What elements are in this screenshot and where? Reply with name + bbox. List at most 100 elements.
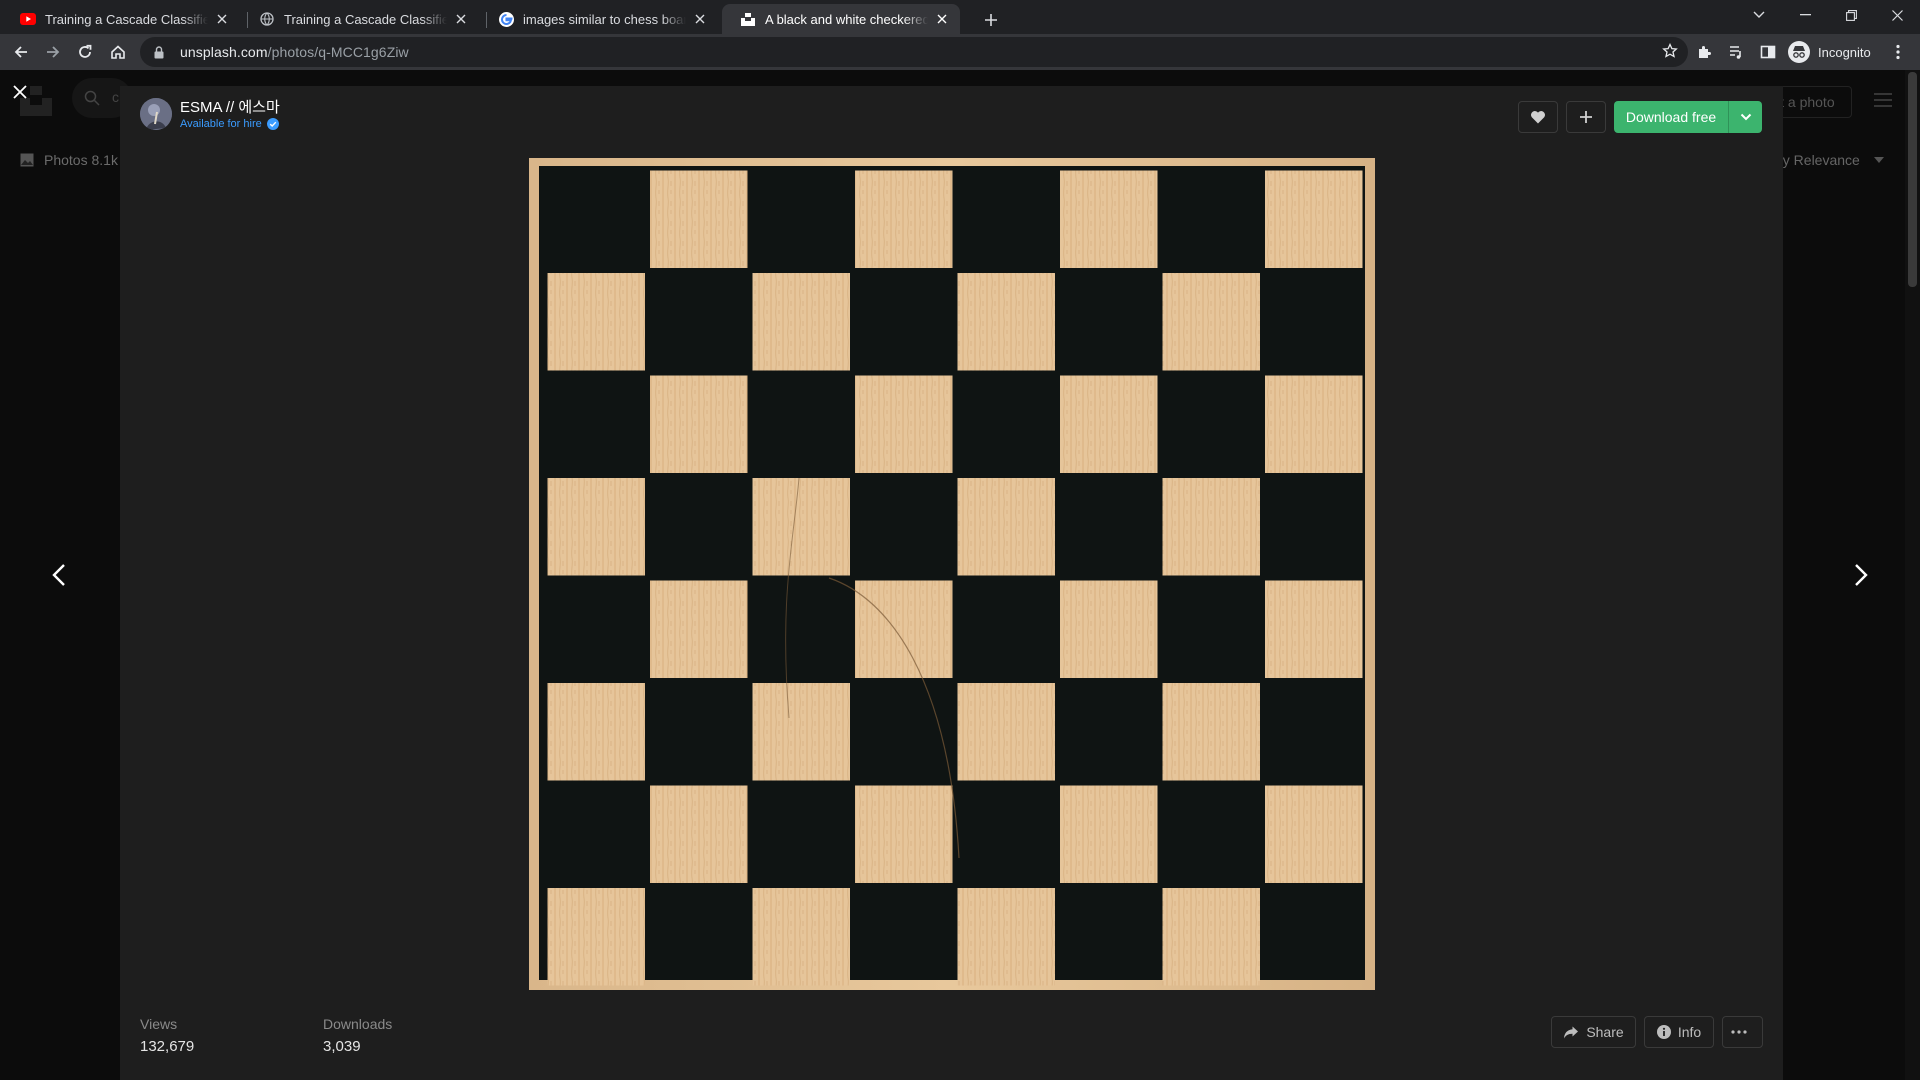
photo-stats: Views 132,679 Downloads 3,039	[140, 1016, 506, 1055]
minimize-icon[interactable]	[1782, 0, 1828, 30]
light-square	[1060, 785, 1158, 883]
incognito-label: Incognito	[1818, 44, 1871, 60]
light-square	[1265, 375, 1363, 473]
browser-tabstrip: Training a Cascade Classifier - Op Train…	[0, 0, 1920, 34]
hire-status-label: Available for hire	[180, 117, 262, 130]
info-button[interactable]: Info	[1644, 1016, 1714, 1048]
light-square	[1060, 375, 1158, 473]
google-icon	[498, 11, 514, 27]
tab-4-active[interactable]: A black and white checkered boa	[722, 4, 960, 34]
light-square	[752, 683, 850, 781]
forward-arrow-icon[interactable]	[39, 38, 67, 66]
ellipsis-icon	[1731, 1030, 1754, 1034]
unsplash-icon	[740, 11, 756, 27]
info-label: Info	[1677, 1024, 1702, 1040]
extensions-icon[interactable]	[1690, 38, 1718, 66]
back-arrow-icon[interactable]	[7, 38, 35, 66]
tab-close-icon[interactable]	[934, 11, 950, 27]
youtube-icon	[20, 11, 36, 27]
address-bar[interactable]: unsplash.com/photos/q-MCC1g6Ziw	[140, 37, 1688, 67]
author-name[interactable]: ESMA // 에스마	[180, 99, 280, 117]
bookmark-star-icon[interactable]	[1662, 42, 1678, 64]
url-path: /photos/q-MCC1g6Ziw	[267, 44, 409, 60]
hire-status[interactable]: Available for hire	[180, 117, 280, 130]
light-square	[957, 478, 1055, 576]
light-square	[855, 785, 953, 883]
home-icon[interactable]	[104, 38, 132, 66]
light-square	[547, 888, 645, 986]
views-stat: Views 132,679	[140, 1016, 323, 1055]
chessboard-photo[interactable]	[529, 158, 1375, 990]
light-square	[650, 785, 748, 883]
sort-label: by Relevance	[1775, 152, 1860, 168]
light-square	[1265, 785, 1363, 883]
views-value: 132,679	[140, 1038, 195, 1055]
media-playlist-icon[interactable]	[1722, 38, 1750, 66]
add-to-collection-button[interactable]	[1566, 101, 1606, 133]
close-window-icon[interactable]	[1874, 0, 1920, 30]
tab-close-icon[interactable]	[692, 11, 708, 27]
restore-icon[interactable]	[1828, 0, 1874, 30]
light-square	[855, 170, 953, 268]
tab-1[interactable]: Training a Cascade Classifier - Op	[2, 4, 240, 34]
lock-icon[interactable]	[154, 45, 168, 59]
caret-down-icon	[1873, 157, 1884, 163]
light-square	[1060, 580, 1158, 678]
info-icon	[1656, 1025, 1678, 1039]
incognito-icon	[1788, 41, 1810, 63]
new-tab-button[interactable]	[977, 6, 1005, 34]
incognito-profile[interactable]: Incognito	[1788, 40, 1871, 64]
heart-icon	[1530, 110, 1546, 124]
more-actions-button[interactable]	[1722, 1016, 1763, 1048]
chrome-menu-icon[interactable]	[1884, 38, 1912, 66]
download-free-button[interactable]: Download free	[1614, 101, 1728, 133]
tab-2[interactable]: Training a Cascade Classifier - Le	[241, 4, 479, 34]
sort-dropdown[interactable]: by Relevance	[1775, 152, 1884, 168]
light-square	[957, 273, 1055, 371]
chevron-down-icon	[1740, 113, 1752, 121]
side-panel-icon[interactable]	[1754, 38, 1782, 66]
light-square	[547, 273, 645, 371]
light-square	[1265, 580, 1363, 678]
tab-title: images similar to chess board - G	[523, 11, 686, 27]
scrollbar-thumb[interactable]	[1908, 72, 1917, 287]
next-photo-arrow-icon[interactable]	[1846, 555, 1876, 595]
search-query: c	[112, 89, 119, 105]
tab-close-icon[interactable]	[214, 11, 230, 27]
search-icon	[84, 90, 100, 111]
globe-icon	[259, 11, 275, 27]
light-square	[855, 580, 953, 678]
light-square	[752, 273, 850, 371]
url-host: unsplash.com	[180, 44, 268, 60]
tab-title: Training a Cascade Classifier - Le	[284, 11, 447, 27]
light-square	[547, 478, 645, 576]
light-square	[650, 375, 748, 473]
light-square	[1162, 478, 1260, 576]
light-square	[957, 683, 1055, 781]
author-avatar[interactable]	[140, 98, 172, 130]
author-info[interactable]: ESMA // 에스마 Available for hire	[140, 98, 280, 130]
download-options-button[interactable]	[1728, 101, 1762, 133]
share-arrow-icon	[1563, 1026, 1586, 1039]
light-square	[650, 170, 748, 268]
reload-icon[interactable]	[71, 38, 99, 66]
download-button-group: Download free	[1614, 101, 1762, 133]
tab-3[interactable]: images similar to chess board - G	[480, 4, 718, 34]
previous-photo-arrow-icon[interactable]	[44, 555, 74, 595]
tab-close-icon[interactable]	[453, 11, 469, 27]
close-modal-icon[interactable]	[8, 80, 32, 104]
light-square	[1162, 888, 1260, 986]
hamburger-menu-icon[interactable]	[1873, 92, 1893, 108]
light-square	[855, 375, 953, 473]
light-square	[650, 580, 748, 678]
tab-search-icon[interactable]	[1736, 0, 1782, 30]
photo-modal: ESMA // 에스마 Available for hire Download …	[120, 86, 1783, 1080]
like-button[interactable]	[1518, 101, 1558, 133]
light-square	[752, 888, 850, 986]
photos-tab[interactable]: Photos 8.1k	[20, 152, 118, 168]
page-scrollbar[interactable]	[1905, 70, 1920, 1080]
photos-tab-label: Photos 8.1k	[44, 152, 118, 168]
share-button[interactable]: Share	[1551, 1016, 1636, 1048]
tab-title: A black and white checkered boa	[765, 11, 928, 27]
tab-title: Training a Cascade Classifier - Op	[45, 11, 208, 27]
